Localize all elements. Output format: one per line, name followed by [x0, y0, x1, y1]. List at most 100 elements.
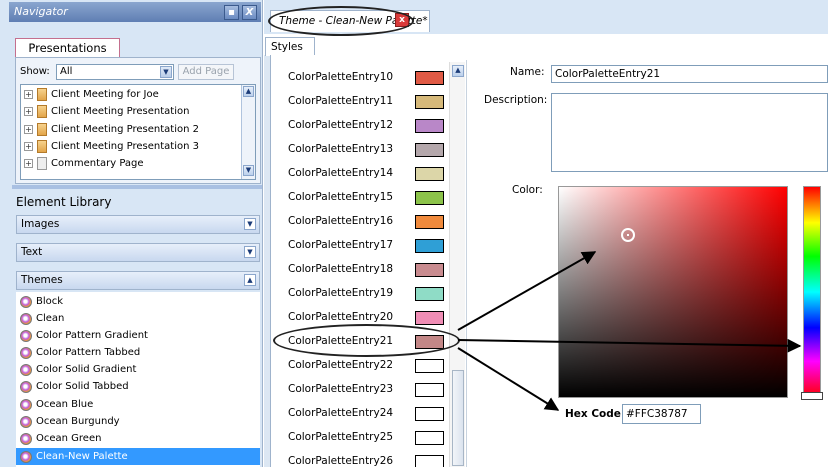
presentation-icon — [37, 104, 47, 118]
palette-entry[interactable]: ColorPaletteEntry22 — [288, 355, 393, 375]
color-swatch[interactable] — [415, 95, 444, 109]
theme-label: Ocean Burgundy — [36, 416, 120, 427]
color-swatch[interactable] — [415, 191, 444, 205]
show-label: Show: — [20, 66, 50, 77]
themes-list: Block Clean Color Pattern Gradient Color… — [16, 292, 260, 467]
chevron-down-icon[interactable]: ▼ — [244, 218, 256, 230]
palette-entry[interactable]: ColorPaletteEntry25 — [288, 427, 393, 447]
palette-entry[interactable]: ColorPaletteEntry23 — [288, 379, 393, 399]
navigator-panel: Navigator ▪ X Presentations Show: All ▼ … — [0, 0, 263, 467]
palette-entry[interactable]: ColorPaletteEntry18 — [288, 259, 393, 279]
theme-icon — [20, 295, 32, 308]
theme-item[interactable]: Ocean Burgundy — [16, 413, 260, 430]
library-section-images[interactable]: Images ▼ — [16, 215, 260, 234]
theme-icon — [20, 346, 32, 359]
palette-entry[interactable]: ColorPaletteEntry10 — [288, 67, 393, 87]
color-swatch[interactable] — [415, 359, 444, 373]
tree-item-presentation[interactable]: + Client Meeting Presentation 3 — [24, 138, 199, 154]
presentation-label: Client Meeting Presentation 3 — [51, 140, 199, 152]
palette-entry[interactable]: ColorPaletteEntry16 — [288, 211, 393, 231]
color-swatch[interactable] — [415, 383, 444, 397]
palette-entry[interactable]: ColorPaletteEntry15 — [288, 187, 393, 207]
tree-item-presentation[interactable]: + Client Meeting Presentation 2 — [24, 121, 199, 137]
expand-icon[interactable]: + — [24, 158, 33, 168]
palette-entry[interactable]: ColorPaletteEntry14 — [288, 163, 393, 183]
tab-styles[interactable]: Styles — [265, 37, 315, 56]
scrollbar-thumb[interactable] — [452, 370, 464, 466]
color-picker-cursor[interactable] — [621, 228, 635, 242]
theme-item[interactable]: Clean — [16, 310, 260, 327]
palette-entry[interactable]: ColorPaletteEntry12 — [288, 115, 393, 135]
library-section-text[interactable]: Text ▼ — [16, 243, 260, 262]
expand-icon[interactable]: + — [24, 141, 33, 151]
expand-icon[interactable]: + — [24, 106, 33, 116]
color-label: Color: — [512, 184, 543, 196]
color-swatch[interactable] — [415, 407, 444, 421]
scroll-up-icon[interactable]: ▲ — [243, 86, 254, 97]
highlight-oval-document-tab — [268, 6, 414, 36]
color-swatch[interactable] — [415, 167, 444, 181]
hue-slider[interactable] — [803, 186, 821, 398]
theme-label: Clean — [36, 313, 65, 324]
presentation-scrollbar[interactable]: ▲ ▼ — [241, 85, 255, 179]
color-swatch[interactable] — [415, 287, 444, 301]
theme-icon — [20, 363, 32, 376]
scroll-up-icon[interactable]: ▲ — [452, 65, 464, 77]
color-swatch[interactable] — [415, 455, 444, 467]
presentation-label: Client Meeting Presentation — [51, 105, 190, 117]
chevron-down-icon[interactable]: ▼ — [244, 246, 256, 258]
panel-splitter[interactable] — [12, 185, 262, 189]
chevron-down-icon[interactable]: ▼ — [160, 66, 172, 78]
palette-entry[interactable]: ColorPaletteEntry13 — [288, 139, 393, 159]
tree-item-page[interactable]: + Commentary Page — [24, 155, 144, 171]
hue-slider-marker[interactable] — [801, 392, 823, 400]
palette-entry[interactable]: ColorPaletteEntry26 — [288, 451, 393, 467]
chevron-up-icon[interactable]: ▲ — [244, 274, 256, 286]
color-swatch[interactable] — [415, 71, 444, 85]
library-section-themes[interactable]: Themes ▲ — [16, 271, 260, 290]
theme-item[interactable]: Ocean Blue — [16, 396, 260, 413]
palette-entry-list: ColorPaletteEntry10 ColorPaletteEntry11 … — [279, 60, 467, 467]
palette-scrollbar[interactable]: ▲ — [449, 62, 465, 467]
theme-item-selected[interactable]: Clean-New Palette — [16, 448, 260, 465]
hex-code-field[interactable]: #FFC38787 — [622, 404, 701, 424]
color-swatch[interactable] — [415, 239, 444, 253]
palette-entry[interactable]: ColorPaletteEntry19 — [288, 283, 393, 303]
theme-label: Color Pattern Gradient — [36, 330, 148, 341]
color-swatch[interactable] — [415, 215, 444, 229]
palette-entry[interactable]: ColorPaletteEntry24 — [288, 403, 393, 423]
theme-item[interactable]: Ocean Green — [16, 430, 260, 447]
expand-icon[interactable]: + — [24, 89, 33, 99]
theme-icon — [20, 380, 32, 393]
tree-item-presentation[interactable]: + Client Meeting for Joe — [24, 86, 159, 102]
color-picker-square[interactable] — [558, 186, 788, 398]
color-swatch[interactable] — [415, 119, 444, 133]
description-label: Description: — [484, 94, 548, 106]
theme-item[interactable]: Color Pattern Tabbed — [16, 344, 260, 361]
theme-item[interactable]: Block — [16, 293, 260, 310]
show-select[interactable]: All ▼ — [56, 64, 174, 80]
color-swatch[interactable] — [415, 263, 444, 277]
expand-icon[interactable]: + — [24, 124, 33, 134]
tab-presentations[interactable]: Presentations — [15, 38, 120, 58]
palette-entry[interactable]: ColorPaletteEntry11 — [288, 91, 393, 111]
theme-item[interactable]: Color Pattern Gradient — [16, 327, 260, 344]
theme-label: Block — [36, 296, 64, 307]
pin-icon[interactable]: ▪ — [224, 5, 239, 20]
scroll-down-icon[interactable]: ▼ — [243, 165, 254, 176]
navigator-close-button[interactable]: X — [242, 5, 257, 20]
theme-item[interactable]: Color Solid Gradient — [16, 361, 260, 378]
theme-icon — [20, 329, 32, 342]
name-field[interactable]: ColorPaletteEntry21 — [551, 65, 828, 83]
show-select-value: All — [60, 66, 73, 77]
add-page-button[interactable]: Add Page — [178, 64, 234, 80]
color-swatch[interactable] — [415, 431, 444, 445]
theme-item[interactable]: Color Solid Tabbed — [16, 378, 260, 395]
color-swatch[interactable] — [415, 143, 444, 157]
presentation-tree: + Client Meeting for Joe + Client Meetin… — [20, 84, 256, 180]
color-swatch[interactable] — [415, 311, 444, 325]
tree-item-presentation[interactable]: + Client Meeting Presentation — [24, 103, 189, 119]
description-field[interactable] — [551, 93, 828, 172]
palette-entry[interactable]: ColorPaletteEntry17 — [288, 235, 393, 255]
section-label: Text — [21, 246, 43, 258]
